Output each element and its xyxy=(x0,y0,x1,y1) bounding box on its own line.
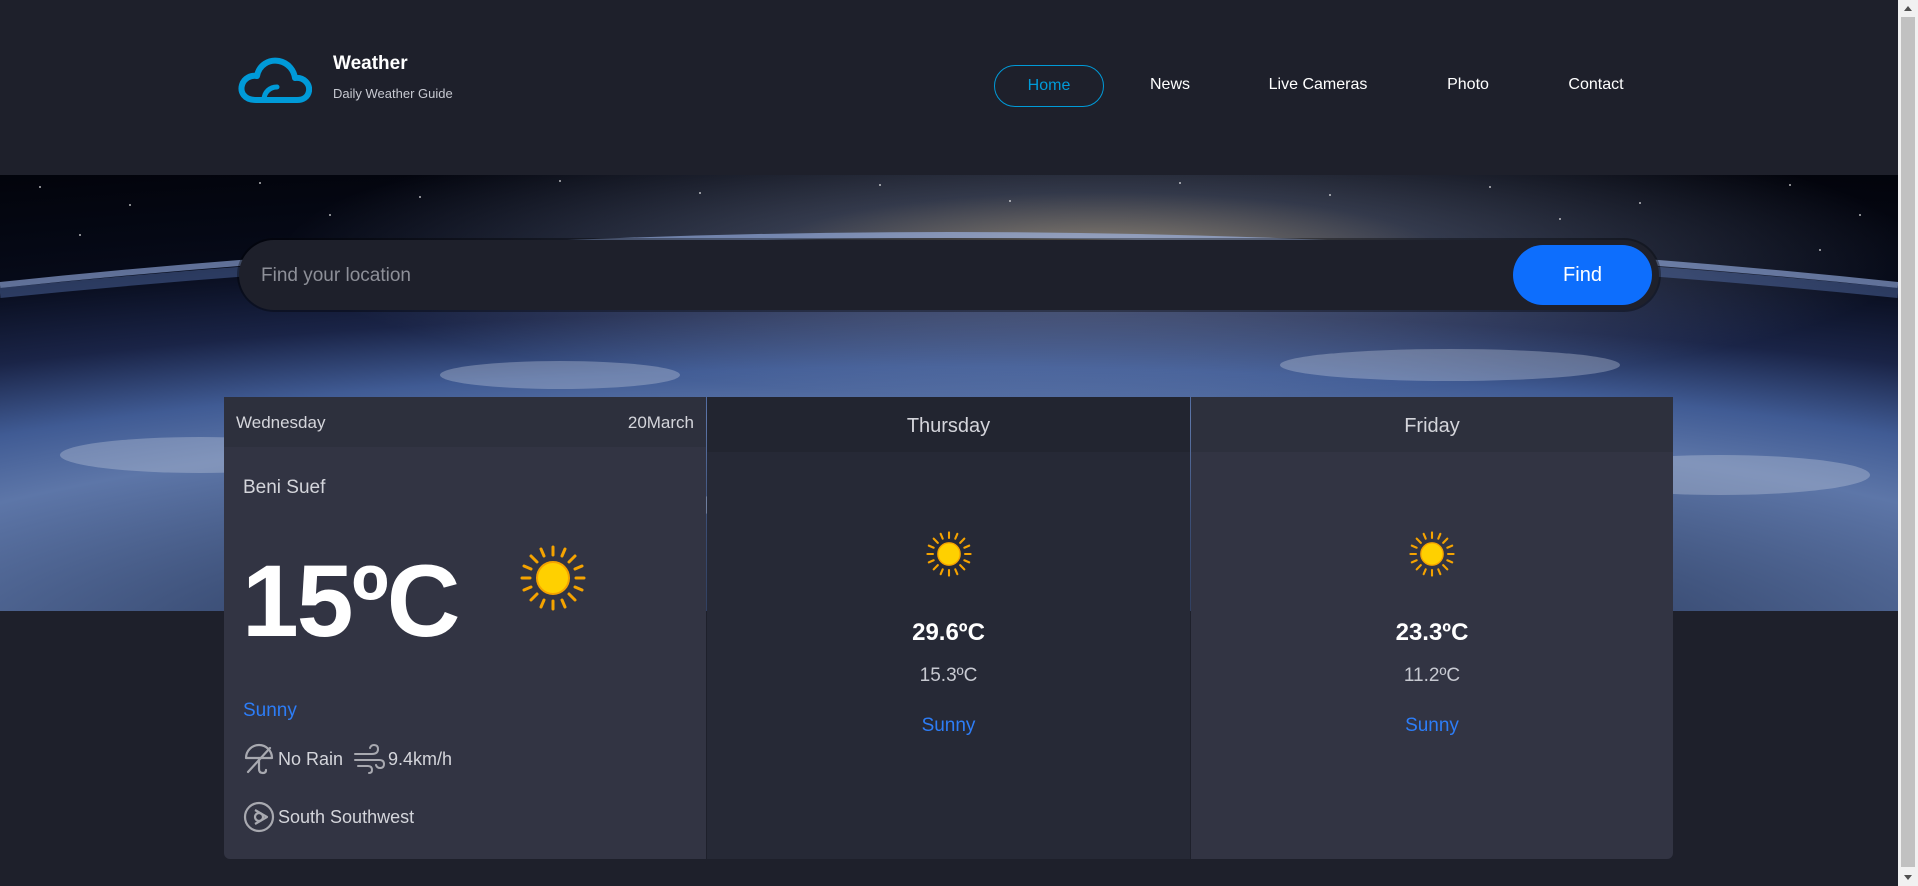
current-temperature: 15ºC xyxy=(242,544,460,658)
compass-icon xyxy=(243,801,275,833)
rain-text: No Rain xyxy=(278,749,344,769)
find-button[interactable]: Find xyxy=(1513,245,1652,305)
forecast-card-today: Wednesday 20March Beni Suef 15ºC Sunny N… xyxy=(224,397,706,859)
page-scrollbar[interactable] xyxy=(1898,0,1918,886)
card-header: Friday xyxy=(1191,397,1673,452)
forecast-card-day-2: Thursday 29.6ºC 15.3ºC Sunny xyxy=(707,397,1190,859)
site-header: Weather Daily Weather Guide Home News Li… xyxy=(0,0,1898,175)
max-temperature: 23.3ºC xyxy=(1395,619,1469,646)
min-temperature: 15.3ºC xyxy=(919,665,978,686)
card-header: Thursday xyxy=(707,397,1190,452)
forecast-card-day-3: Friday 23.3ºC 11.2ºC Sunny xyxy=(1191,397,1673,859)
site-title[interactable]: Weather xyxy=(333,53,408,75)
search-bar: Find xyxy=(239,240,1659,312)
scroll-down-arrow-icon[interactable] xyxy=(1898,869,1918,886)
cloud-icon[interactable] xyxy=(238,56,312,104)
wind-direction-text: South Southwest xyxy=(278,807,415,827)
day-name: Friday xyxy=(1404,415,1460,437)
sun-icon xyxy=(1409,531,1455,577)
condition-text: Sunny xyxy=(1405,715,1459,736)
date-label: 20March xyxy=(627,413,694,432)
scroll-up-arrow-icon[interactable] xyxy=(1898,0,1918,17)
nav-live-cameras[interactable]: Live Cameras xyxy=(1262,65,1374,105)
condition-text: Sunny xyxy=(243,700,297,721)
nav-news[interactable]: News xyxy=(1140,65,1200,105)
city-name: Beni Suef xyxy=(243,477,326,498)
sun-icon xyxy=(520,545,586,611)
nav-home[interactable]: Home xyxy=(994,65,1104,107)
wind-speed-text: 9.4km/h xyxy=(388,749,453,769)
card-header: Wednesday 20March xyxy=(224,397,706,447)
scrollbar-thumb[interactable] xyxy=(1901,17,1915,867)
umbrella-icon xyxy=(244,743,274,775)
min-temperature: 11.2ºC xyxy=(1403,665,1461,686)
day-name: Thursday xyxy=(906,415,991,437)
condition-text: Sunny xyxy=(921,715,976,736)
site-subtitle: Daily Weather Guide xyxy=(333,86,453,101)
nav-contact[interactable]: Contact xyxy=(1560,65,1632,105)
location-search-input[interactable] xyxy=(259,240,1513,312)
nav-photo[interactable]: Photo xyxy=(1440,65,1496,105)
sun-icon xyxy=(925,531,972,577)
day-name: Wednesday xyxy=(236,413,326,432)
max-temperature: 29.6ºC xyxy=(912,619,985,646)
wind-icon xyxy=(354,743,386,774)
